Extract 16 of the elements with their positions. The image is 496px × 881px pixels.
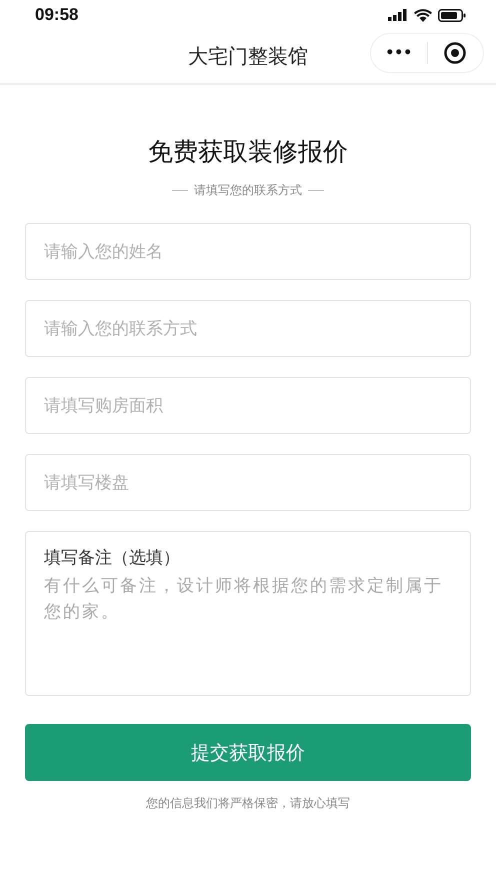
form-subtitle: 请填写您的联系方式: [194, 182, 302, 199]
wifi-icon: [414, 8, 432, 22]
battery-icon: [438, 8, 466, 22]
signal-icon: [388, 9, 408, 21]
page-title: 大宅门整装馆: [188, 43, 308, 70]
remark-field[interactable]: 填写备注（选填） 有什么可备注，设计师将根据您的需求定制属于您的家。: [25, 531, 471, 696]
status-time: 09:58: [35, 5, 78, 25]
form-title: 免费获取装修报价: [147, 136, 349, 168]
input-field[interactable]: 请输入您的联系方式: [25, 300, 471, 357]
input-field[interactable]: 请输入您的姓名: [25, 223, 471, 280]
input-field[interactable]: 请填写楼盘: [25, 454, 471, 511]
input-field[interactable]: 请填写购房面积: [25, 377, 471, 434]
privacy-note: 您的信息我们将严格保密，请放心填写: [145, 795, 351, 812]
remark-label: 填写备注（选填）: [44, 547, 181, 569]
target-icon: [444, 42, 466, 64]
more-button[interactable]: •••: [371, 34, 426, 72]
